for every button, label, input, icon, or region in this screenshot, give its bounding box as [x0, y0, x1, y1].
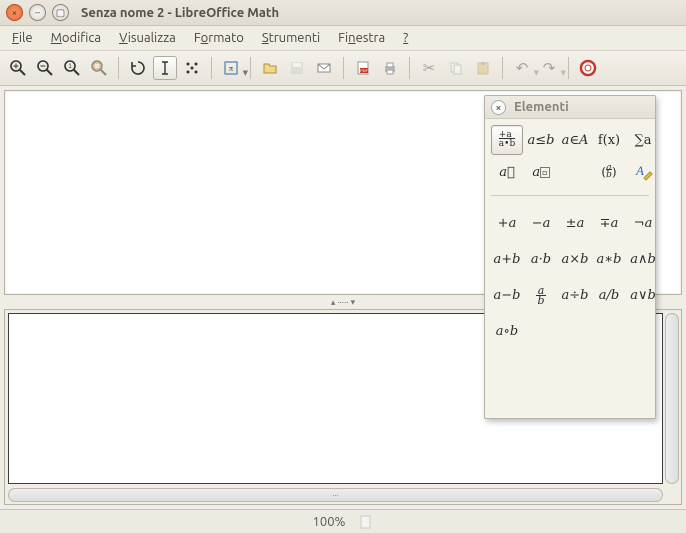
- refresh-button[interactable]: [126, 56, 150, 80]
- statusbar: 100%: [0, 509, 686, 533]
- cut-button[interactable]: ✂: [417, 56, 441, 80]
- cat-functions[interactable]: f(x): [593, 125, 625, 155]
- elements-titlebar[interactable]: × Elementi: [485, 96, 655, 119]
- op-minusplus-a[interactable]: ∓a: [593, 208, 625, 238]
- elements-toggle-button[interactable]: [180, 56, 204, 80]
- zoom-fit-button[interactable]: [87, 56, 111, 80]
- cat-unary-binary[interactable]: +aa•b: [491, 125, 523, 155]
- menu-window[interactable]: Finestra: [330, 28, 393, 48]
- menu-help[interactable]: ?: [395, 28, 416, 48]
- separator: [409, 57, 410, 79]
- svg-text:PDF: PDF: [360, 68, 369, 73]
- undo-button[interactable]: ↶▼: [510, 56, 534, 80]
- separator: [250, 57, 251, 79]
- formula-cursor-button[interactable]: [153, 56, 177, 80]
- cat-operators[interactable]: ∑a: [627, 125, 659, 155]
- export-pdf-button[interactable]: PDF: [351, 56, 375, 80]
- svg-text:π: π: [229, 64, 233, 73]
- zoom-100-button[interactable]: 1: [60, 56, 84, 80]
- help-button[interactable]: [576, 56, 600, 80]
- separator: [568, 57, 569, 79]
- window-title: Senza nome 2 - LibreOffice Math: [81, 6, 279, 20]
- op-a-div-b[interactable]: a÷b: [559, 280, 591, 310]
- elements-categories: +aa•b a≤b a∈A f(x) ∑a a⃗ a▫ (ab) A: [485, 119, 655, 191]
- op-a-times-b[interactable]: a×b: [559, 244, 591, 274]
- separator: [502, 57, 503, 79]
- op-a-or-b[interactable]: a∨b: [627, 280, 659, 310]
- zoom-out-button[interactable]: [33, 56, 57, 80]
- print-button[interactable]: [378, 56, 402, 80]
- op-a-plus-b[interactable]: a+b: [491, 244, 523, 274]
- op-a-over-b[interactable]: ab: [525, 280, 557, 310]
- copy-button[interactable]: [444, 56, 468, 80]
- elements-title-text: Elementi: [514, 100, 569, 114]
- horizontal-scrollbar[interactable]: ···: [8, 488, 663, 502]
- symbols-button[interactable]: π ▼: [219, 56, 243, 80]
- cat-attributes[interactable]: a⃗: [491, 157, 523, 187]
- vertical-scrollbar[interactable]: [665, 313, 679, 484]
- titlebar: × – ▢ Senza nome 2 - LibreOffice Math: [0, 0, 686, 26]
- redo-button[interactable]: ↷▼: [537, 56, 561, 80]
- zoom-level[interactable]: 100%: [313, 515, 346, 529]
- mail-button[interactable]: [312, 56, 336, 80]
- cat-set-ops[interactable]: a∈A: [559, 125, 591, 155]
- elements-panel: × Elementi +aa•b a≤b a∈A f(x) ∑a a⃗ a▫ (…: [484, 95, 656, 419]
- elements-divider: [491, 195, 649, 196]
- separator: [211, 57, 212, 79]
- op-a-minus-b[interactable]: a−b: [491, 280, 523, 310]
- cat-brackets[interactable]: a▫: [525, 157, 557, 187]
- toolbar: 1 π ▼ PDF ✂ ↶▼ ↷▼: [0, 51, 686, 86]
- menubar: File Modifica Visualizza Formato Strumen…: [0, 26, 686, 51]
- op-plus-a[interactable]: +a: [491, 208, 523, 238]
- menu-view[interactable]: Visualizza: [111, 28, 184, 48]
- cat-relations[interactable]: a≤b: [525, 125, 557, 155]
- menu-edit[interactable]: Modifica: [43, 28, 109, 48]
- menu-format[interactable]: Formato: [186, 28, 252, 48]
- separator: [118, 57, 119, 79]
- maximize-window-button[interactable]: ▢: [52, 4, 69, 21]
- page-status-icon[interactable]: [359, 515, 373, 529]
- op-a-circ-b[interactable]: a∘b: [491, 316, 523, 346]
- op-plusminus-a[interactable]: ±a: [559, 208, 591, 238]
- paste-button[interactable]: [471, 56, 495, 80]
- svg-text:1: 1: [68, 64, 72, 70]
- zoom-in-button[interactable]: [6, 56, 30, 80]
- open-button[interactable]: [258, 56, 282, 80]
- op-neg-a[interactable]: ¬a: [627, 208, 659, 238]
- separator: [343, 57, 344, 79]
- op-a-and-b[interactable]: a∧b: [627, 244, 659, 274]
- svg-text:A: A: [635, 163, 644, 178]
- save-button[interactable]: [285, 56, 309, 80]
- cat-others[interactable]: A: [627, 157, 659, 187]
- op-a-ast-b[interactable]: a∗b: [593, 244, 625, 274]
- op-minus-a[interactable]: −a: [525, 208, 557, 238]
- close-window-button[interactable]: ×: [6, 4, 23, 21]
- elements-operators: +a −a ±a ∓a ¬a a+b a·b a×b a∗b a∧b a−b a…: [485, 198, 655, 350]
- cat-empty: [559, 157, 591, 187]
- menu-tools[interactable]: Strumenti: [254, 28, 328, 48]
- minimize-window-button[interactable]: –: [29, 4, 46, 21]
- menu-file[interactable]: File: [4, 28, 41, 48]
- cat-formats[interactable]: (ab): [593, 157, 625, 187]
- op-a-cdot-b[interactable]: a·b: [525, 244, 557, 274]
- op-a-slash-b[interactable]: a/b: [593, 280, 625, 310]
- elements-close-button[interactable]: ×: [491, 100, 506, 115]
